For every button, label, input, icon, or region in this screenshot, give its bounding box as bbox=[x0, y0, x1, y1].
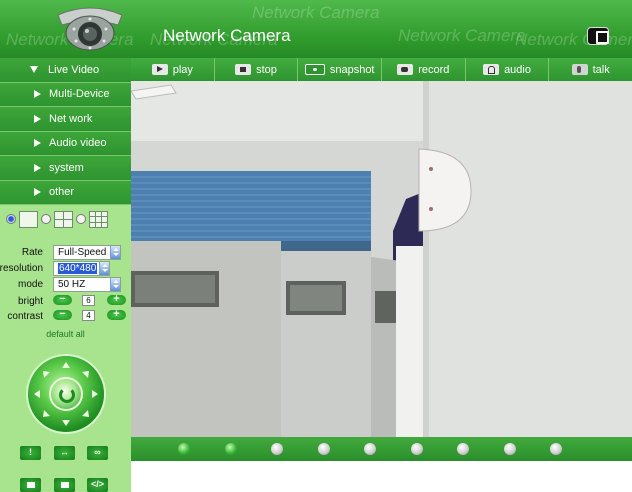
resolution-row: resolution 640*480 bbox=[0, 261, 131, 277]
bright-decrease-button[interactable]: − bbox=[53, 294, 72, 305]
spinner-icon bbox=[110, 278, 120, 291]
sidebar-item-label: Audio video bbox=[49, 137, 107, 150]
sidebar-item-system[interactable]: system bbox=[0, 156, 131, 181]
sidebar-item-live-video[interactable]: Live Video bbox=[0, 58, 131, 83]
video-toolbar: play stop snapshot record audio talk bbox=[131, 58, 632, 81]
code-button[interactable]: </> bbox=[87, 478, 108, 492]
contrast-value: 4 bbox=[82, 310, 95, 321]
record-label: record bbox=[418, 63, 450, 76]
preset-dot-6[interactable] bbox=[411, 443, 423, 455]
triangle-right-icon bbox=[34, 139, 41, 148]
cruise-button[interactable]: ∞ bbox=[87, 446, 108, 460]
stop-icon bbox=[235, 64, 252, 75]
watermark-text: Network Camera bbox=[252, 3, 380, 22]
spinner-icon bbox=[110, 246, 120, 259]
sidebar-item-label: other bbox=[49, 186, 75, 199]
record-icon bbox=[397, 64, 414, 75]
preset-dot-5[interactable] bbox=[364, 443, 376, 455]
rate-label: Rate bbox=[21, 247, 43, 258]
play-button[interactable]: play bbox=[131, 58, 215, 81]
mode-row: mode 50 HZ bbox=[0, 277, 131, 293]
camera-viewer-page: Network Camera Network Camera Network Ca… bbox=[0, 0, 632, 492]
contrast-row: contrast − 4 + bbox=[0, 309, 131, 325]
triangle-right-icon bbox=[34, 90, 41, 99]
mirror-button[interactable]: ↔ bbox=[54, 446, 75, 460]
camera-image bbox=[131, 81, 632, 437]
stop-button[interactable]: stop bbox=[215, 58, 299, 81]
rate-value: Full-Speed bbox=[58, 247, 107, 258]
snapshot-label: snapshot bbox=[329, 63, 375, 76]
play-label: play bbox=[172, 63, 193, 76]
resolution-select[interactable]: 640*480 bbox=[53, 261, 110, 276]
sidebar-item-audio-video[interactable]: Audio video bbox=[0, 131, 131, 156]
preset-strip bbox=[131, 437, 632, 461]
rate-row: Rate Full-Speed bbox=[0, 245, 131, 261]
preset-dot-4[interactable] bbox=[318, 443, 330, 455]
preset-dot-9[interactable] bbox=[550, 443, 562, 455]
io-off-button[interactable] bbox=[54, 478, 75, 492]
bright-value: 6 bbox=[82, 295, 95, 306]
contrast-decrease-button[interactable]: − bbox=[53, 309, 72, 320]
audio-icon bbox=[483, 64, 500, 75]
contrast-increase-button[interactable]: + bbox=[107, 309, 126, 320]
talk-label: talk bbox=[592, 63, 610, 76]
talk-button[interactable]: talk bbox=[549, 58, 632, 81]
flip-button[interactable]: ! bbox=[20, 446, 41, 460]
bright-increase-button[interactable]: + bbox=[107, 294, 126, 305]
talk-icon bbox=[571, 64, 588, 75]
triangle-right-icon bbox=[34, 114, 41, 123]
audio-label: audio bbox=[504, 63, 531, 76]
snapshot-button[interactable]: snapshot bbox=[298, 58, 383, 81]
page-title: Network Camera bbox=[163, 26, 291, 45]
live-video-feed[interactable] bbox=[131, 81, 632, 437]
sidebar-item-label: system bbox=[49, 161, 84, 174]
bright-label: bright bbox=[17, 296, 43, 307]
preset-dot-1[interactable] bbox=[178, 443, 190, 455]
fullscreen-button[interactable] bbox=[587, 27, 609, 45]
mode-value: 50 HZ bbox=[58, 279, 86, 290]
preset-dot-8[interactable] bbox=[504, 443, 516, 455]
sidebar: Live Video Multi-Device Net work Audio v… bbox=[0, 58, 131, 492]
default-all-link[interactable]: default all bbox=[0, 329, 131, 339]
sidebar-item-other[interactable]: other bbox=[0, 180, 131, 205]
ptz-control-pad[interactable] bbox=[28, 356, 104, 432]
preset-dot-2[interactable] bbox=[225, 443, 237, 455]
nine-view-icon[interactable] bbox=[89, 210, 108, 228]
sidebar-item-network[interactable]: Net work bbox=[0, 107, 131, 132]
header-banner: Network Camera Network Camera Network Ca… bbox=[0, 0, 632, 58]
preset-dot-7[interactable] bbox=[457, 443, 469, 455]
io-on-button[interactable] bbox=[20, 478, 41, 492]
sidebar-item-multi-device[interactable]: Multi-Device bbox=[0, 82, 131, 107]
play-icon bbox=[151, 64, 168, 75]
single-view-radio[interactable] bbox=[6, 214, 16, 224]
quad-view-icon[interactable] bbox=[54, 210, 73, 228]
triangle-down-icon bbox=[30, 66, 38, 74]
nine-view-radio[interactable] bbox=[76, 214, 86, 224]
triangle-right-icon bbox=[34, 188, 41, 197]
resolution-value: 640*480 bbox=[58, 263, 98, 274]
preset-dot-3[interactable] bbox=[271, 443, 283, 455]
rate-select[interactable]: Full-Speed bbox=[53, 245, 121, 260]
sidebar-item-label: Live Video bbox=[48, 63, 100, 76]
camera-logo-icon bbox=[57, 7, 123, 51]
sidebar-item-label: Net work bbox=[49, 112, 93, 125]
sidebar-item-label: Multi-Device bbox=[49, 88, 110, 101]
stop-label: stop bbox=[256, 63, 277, 76]
contrast-label: contrast bbox=[7, 311, 43, 322]
sidebar-menu: Live Video Multi-Device Net work Audio v… bbox=[0, 58, 131, 205]
spinner-icon bbox=[99, 262, 109, 275]
triangle-right-icon bbox=[34, 163, 41, 172]
mode-label: mode bbox=[17, 279, 43, 290]
ptz-center-button[interactable] bbox=[49, 377, 83, 411]
resolution-label: resolution bbox=[0, 263, 43, 274]
record-button[interactable]: record bbox=[382, 58, 466, 81]
watermark-text: Network Camera bbox=[398, 26, 526, 45]
watermark-text: Network Camera bbox=[515, 30, 632, 49]
view-layout-selector bbox=[0, 203, 131, 235]
single-view-icon[interactable] bbox=[19, 210, 38, 228]
quad-view-radio[interactable] bbox=[41, 214, 51, 224]
snapshot-icon bbox=[304, 64, 325, 75]
audio-button[interactable]: audio bbox=[466, 58, 550, 81]
mode-select[interactable]: 50 HZ bbox=[53, 277, 121, 292]
